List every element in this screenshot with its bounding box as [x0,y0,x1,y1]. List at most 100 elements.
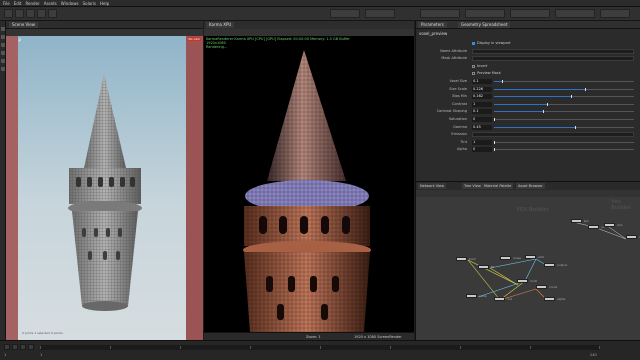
tool-button[interactable] [37,9,46,18]
param-slider-knob[interactable] [494,118,495,121]
param-slider-knob[interactable] [502,80,504,83]
scene-viewport[interactable]: Scene View Persp [6,21,203,340]
camera-label[interactable]: No cam [187,37,201,41]
param-slider[interactable] [494,140,634,144]
node[interactable]: uv [588,225,605,229]
end-frame[interactable]: 240 [590,353,597,357]
move-tool-icon[interactable] [1,35,5,39]
param-row: Bias Min 0.162 [416,94,640,100]
tool-button[interactable] [420,9,460,18]
timeline-scrubber[interactable] [40,345,600,350]
render-viewport[interactable]: Karma XPU KarmaRenderer Karma XPU [CPU] … [204,21,414,340]
view-tool-icon[interactable] [1,67,5,71]
tool-button[interactable] [4,9,13,18]
tool-button[interactable] [48,9,57,18]
node[interactable]: out [494,297,512,301]
current-frame[interactable]: 1 [4,353,6,357]
menu-file[interactable]: File [3,1,10,6]
param-value[interactable]: 0.45 [472,124,492,130]
param-slider[interactable] [494,148,634,152]
param-slider[interactable] [494,87,634,91]
param-slider[interactable] [494,80,634,83]
node[interactable]: mix [604,223,623,227]
node[interactable]: bind [456,257,476,261]
tool-button[interactable] [555,9,595,18]
node[interactable]: color [626,235,640,239]
menu-render[interactable]: Render [25,1,39,6]
zoom-readout[interactable]: Zoom: 1 [306,335,321,339]
tab-network-view[interactable]: Network View [418,183,447,189]
node[interactable]: mult [517,279,537,283]
node[interactable]: add [525,255,544,259]
tab-material-palette[interactable]: Material Palette [482,183,514,189]
param-field[interactable] [472,132,634,138]
param-value[interactable]: 1 [472,139,492,145]
tool-button[interactable] [365,9,395,18]
param-checkbox-label: Preview Mask [477,71,501,76]
tool-button[interactable] [465,9,505,18]
param-slider-knob[interactable] [494,148,495,152]
tool-button[interactable] [26,9,35,18]
param-checkbox[interactable] [472,42,475,45]
stop-icon[interactable] [20,344,26,350]
menu-help[interactable]: Help [100,1,109,6]
param-value[interactable]: 0 [472,117,492,122]
scale-tool-icon[interactable] [1,51,5,55]
tool-button[interactable] [15,9,24,18]
viewport-canvas[interactable]: Persp [6,36,186,340]
param-slider[interactable] [494,95,634,99]
node[interactable]: const [536,285,557,289]
param-slider[interactable] [494,102,634,106]
select-tool-icon[interactable] [1,27,5,31]
play-icon[interactable] [12,344,18,350]
param-checkbox[interactable] [472,64,475,68]
param-field[interactable] [472,48,634,54]
start-frame[interactable]: 1 [40,353,42,357]
handle-tool-icon[interactable] [1,59,5,63]
tab-scene-view[interactable]: Scene View [9,22,38,28]
network-canvas[interactable]: VEX Builder Vex Builder tex uv mix color… [416,197,640,341]
param-slider[interactable] [494,110,634,114]
tab-geometry-spreadsheet[interactable]: Geometry Spreadsheet [458,22,511,28]
param-slider-knob[interactable] [575,125,577,129]
play-back-icon[interactable] [4,344,10,350]
tool-button[interactable] [510,9,550,18]
param-slider-knob[interactable] [494,140,495,144]
tab-karma[interactable]: Karma XPU [206,22,235,28]
tab-asset-browser[interactable]: Asset Browser [516,183,545,189]
node[interactable]: alpha [544,297,565,301]
param-slider-knob[interactable] [585,87,586,91]
tower-wireframe [68,74,142,311]
node[interactable]: fit [478,265,494,269]
param-row: Voxel Size 0.1 [416,79,640,85]
param-slider[interactable] [494,118,634,121]
menu-assets[interactable]: Assets [44,1,57,6]
param-field[interactable] [472,56,634,62]
node[interactable]: tex [571,219,589,223]
param-value[interactable]: 0 [472,147,492,153]
menu-solaris[interactable]: Solaris [83,1,96,6]
param-value[interactable]: 1 [472,101,492,107]
param-value[interactable]: 0.162 [472,94,492,100]
param-value[interactable]: 0.1 [472,109,492,115]
param-slider-knob[interactable] [571,95,572,99]
tool-button[interactable] [600,9,630,18]
node[interactable]: noise [500,256,521,260]
param-value[interactable]: 0.226 [472,86,492,92]
menu-edit[interactable]: Edit [14,1,22,6]
param-value[interactable]: 0.1 [472,79,492,84]
tool-button[interactable] [330,9,360,18]
param-slider[interactable] [494,125,634,129]
param-slider-knob[interactable] [547,102,549,106]
param-row: Size Scale 0.226 [416,86,640,93]
render-canvas[interactable]: KarmaRenderer Karma XPU [CPU] [GPU] Elap… [204,36,414,332]
menu-windows[interactable]: Windows [61,1,79,6]
param-checkbox[interactable] [472,72,475,76]
rotate-tool-icon[interactable] [1,43,5,47]
node[interactable]: ramp [466,294,487,298]
node[interactable]: output [544,263,567,267]
tab-parameters[interactable]: Parameters [418,22,447,28]
step-forward-icon[interactable] [28,344,34,350]
tab-tree-view[interactable]: Tree View [462,183,483,189]
param-slider-knob[interactable] [543,110,544,114]
